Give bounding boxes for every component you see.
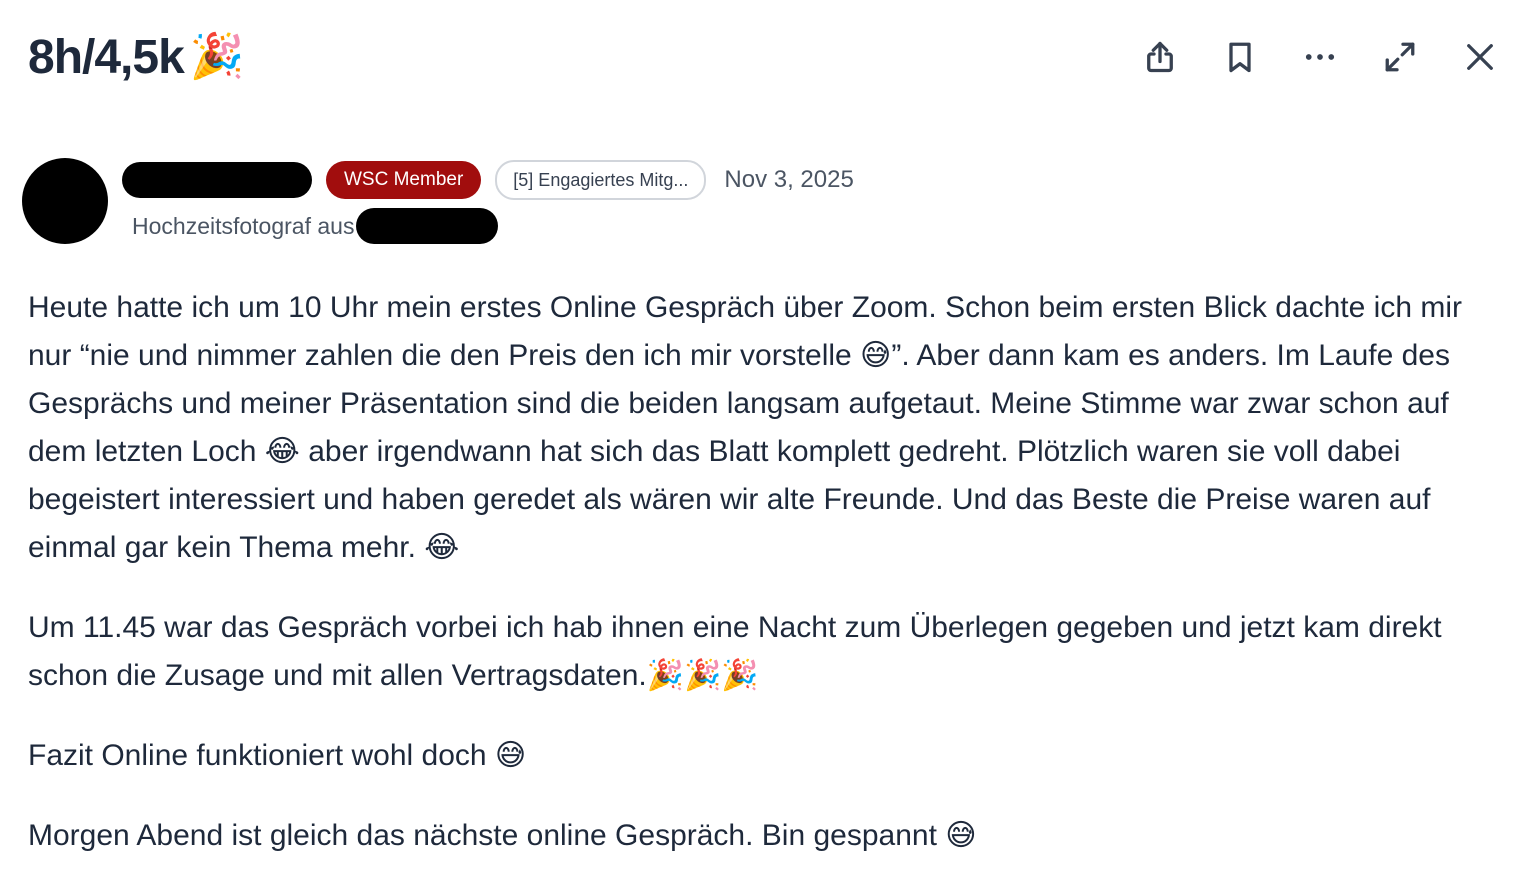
post-paragraph: Fazit Online funktioniert wohl doch 😅 (28, 739, 527, 772)
expand-icon (1385, 42, 1415, 72)
party-popper-emoji: 🎉 (189, 32, 245, 81)
avatar[interactable] (22, 158, 108, 244)
post-paragraph: Um 11.45 war das Gespräch vorbei ich hab… (28, 611, 1442, 692)
author-info: WSC Member [5] Engagiertes Mitg... Nov 3… (122, 160, 854, 244)
author-subtitle-row: Hochzeitsfotograf aus (132, 208, 854, 244)
member-badge: WSC Member (326, 161, 482, 199)
expand-button[interactable] (1380, 37, 1420, 77)
bookmark-icon (1229, 42, 1251, 73)
post-body: Heute hatte ich um 10 Uhr mein erstes On… (28, 284, 1498, 876)
close-icon (1467, 44, 1493, 70)
author-location-redacted (356, 208, 499, 244)
post-paragraph: Heute hatte ich um 10 Uhr mein erstes On… (28, 291, 1462, 564)
post-header: 8h/4,5k 🎉 (28, 24, 1500, 90)
bookmark-button[interactable] (1220, 37, 1260, 77)
post-actions (1140, 37, 1500, 77)
more-options-button[interactable] (1300, 37, 1340, 77)
author-title: Hochzeitsfotograf aus (132, 212, 355, 239)
more-icon (1305, 54, 1335, 60)
post-title: 8h/4,5k 🎉 (28, 30, 245, 85)
post-detail-view: 8h/4,5k 🎉 WSC Member [5] Engagiertes Mit… (0, 0, 1540, 876)
share-icon (1147, 41, 1173, 73)
level-badge: [5] Engagiertes Mitg... (495, 160, 707, 200)
share-button[interactable] (1140, 37, 1180, 77)
post-author: WSC Member [5] Engagiertes Mitg... Nov 3… (22, 158, 854, 244)
post-paragraph: Morgen Abend ist gleich das nächste onli… (28, 819, 977, 852)
author-top-row: WSC Member [5] Engagiertes Mitg... Nov 3… (122, 160, 854, 200)
author-name-redacted[interactable] (122, 162, 312, 198)
post-date: Nov 3, 2025 (724, 166, 854, 193)
post-title-text: 8h/4,5k (28, 30, 185, 84)
close-button[interactable] (1460, 37, 1500, 77)
